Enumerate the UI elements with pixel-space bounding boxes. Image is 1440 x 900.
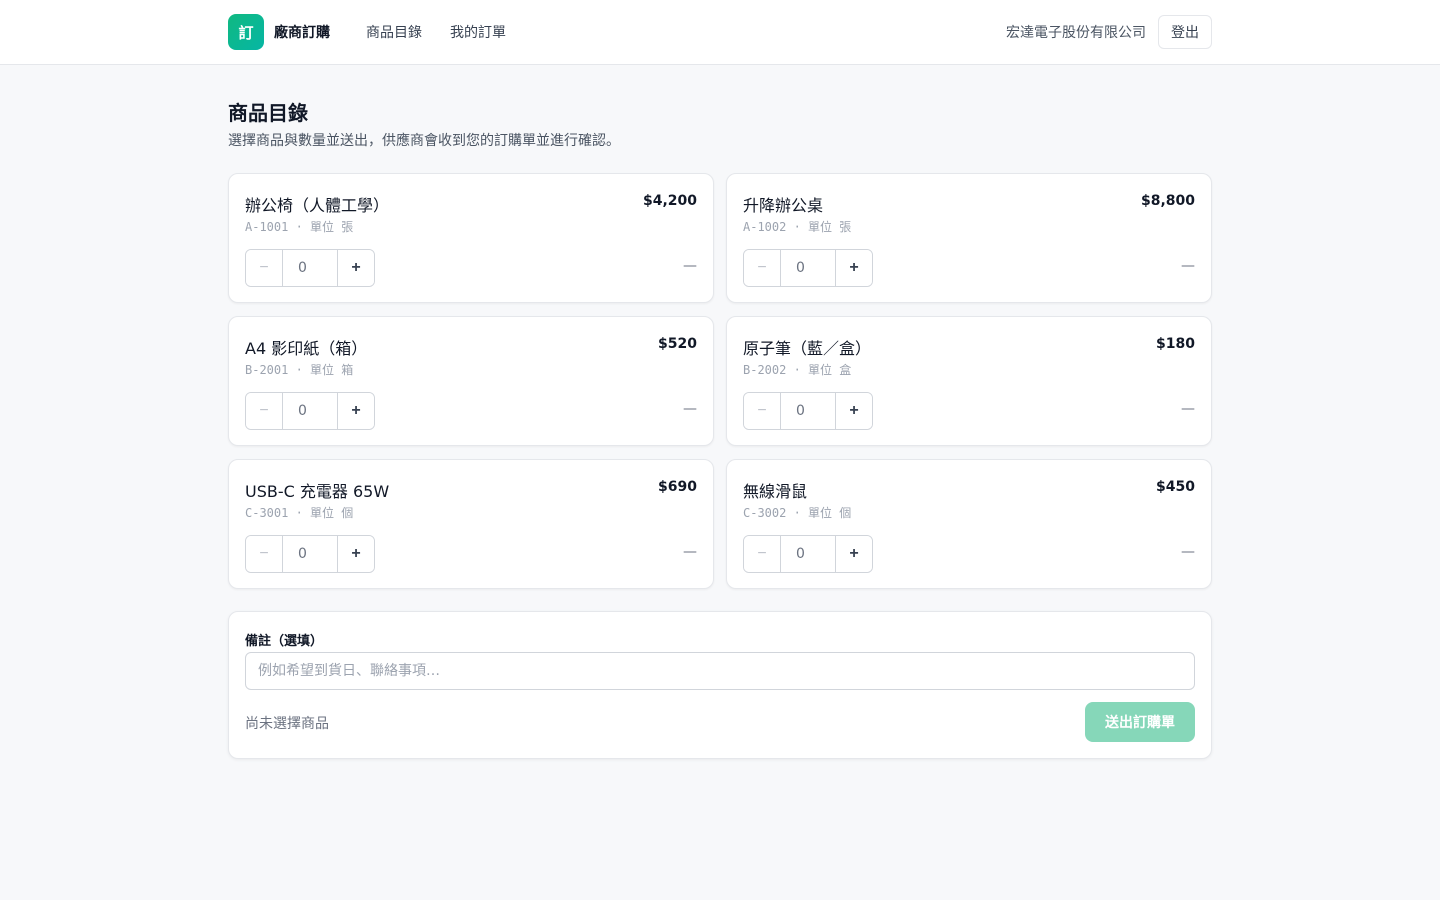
product-price: $690 (658, 479, 697, 495)
decrement-button[interactable]: − (246, 536, 283, 572)
decrement-button[interactable]: − (744, 393, 781, 429)
product-card: USB-C 充電器 65W $690 C-3001 · 單位 個 − + — (228, 459, 714, 589)
minus-icon: − (757, 402, 767, 419)
product-price: $180 (1156, 336, 1195, 352)
increment-button[interactable]: + (337, 250, 374, 286)
nav-catalog[interactable]: 商品目錄 (366, 22, 422, 42)
plus-icon: + (849, 402, 859, 419)
quantity-stepper: − + (245, 392, 375, 430)
submit-order-button[interactable]: 送出訂購單 (1085, 702, 1195, 742)
product-subtotal: — (1181, 258, 1195, 274)
quantity-stepper: − + (245, 535, 375, 573)
order-panel: 備註（選填） 尚未選擇商品 送出訂購單 (228, 611, 1212, 759)
page-title: 商品目錄 (228, 101, 308, 125)
product-subtotal: — (683, 544, 697, 560)
product-meta: B-2001 · 單位 箱 (245, 363, 354, 377)
product-meta: A-1002 · 單位 張 (743, 220, 852, 234)
product-meta: C-3002 · 單位 個 (743, 506, 852, 520)
product-price: $520 (658, 336, 697, 352)
increment-button[interactable]: + (835, 250, 872, 286)
decrement-button[interactable]: − (246, 393, 283, 429)
minus-icon: − (757, 545, 767, 562)
minus-icon: − (757, 259, 767, 276)
plus-icon: + (849, 259, 859, 276)
product-name: A4 影印紙（箱） (245, 339, 368, 358)
main-nav: 商品目錄 我的訂單 (366, 22, 534, 42)
product-meta: A-1001 · 單位 張 (245, 220, 354, 234)
minus-icon: − (259, 259, 269, 276)
product-name: 無線滑鼠 (743, 482, 808, 501)
product-subtotal: — (683, 258, 697, 274)
company-name: 宏達電子股份有限公司 (1006, 25, 1146, 41)
quantity-input[interactable] (283, 393, 337, 429)
notes-label: 備註（選填） (245, 634, 324, 649)
decrement-button[interactable]: − (246, 250, 283, 286)
nav-my-orders[interactable]: 我的訂單 (450, 22, 506, 42)
product-subtotal: — (1181, 401, 1195, 417)
product-name: USB-C 充電器 65W (245, 482, 390, 501)
page-description: 選擇商品與數量並送出，供應商會收到您的訂購單並進行確認。 (228, 133, 620, 149)
plus-icon: + (351, 545, 361, 562)
quantity-stepper: − + (743, 392, 873, 430)
top-bar: 訂 廠商訂購 商品目錄 我的訂單 宏達電子股份有限公司 登出 (0, 0, 1440, 65)
product-card: A4 影印紙（箱） $520 B-2001 · 單位 箱 − + — (228, 316, 714, 446)
product-card: 原子筆（藍／盒） $180 B-2002 · 單位 盒 − + — (726, 316, 1212, 446)
quantity-input[interactable] (781, 393, 835, 429)
quantity-input[interactable] (781, 536, 835, 572)
minus-icon: − (259, 402, 269, 419)
plus-icon: + (351, 402, 361, 419)
product-card: 升降辦公桌 $8,800 A-1002 · 單位 張 − + — (726, 173, 1212, 303)
product-grid: 辦公椅（人體工學） $4,200 A-1001 · 單位 張 − + — 升降辦… (228, 173, 1212, 589)
increment-button[interactable]: + (835, 393, 872, 429)
notes-input[interactable] (245, 652, 1195, 690)
quantity-input[interactable] (283, 536, 337, 572)
selection-status: 尚未選擇商品 (245, 716, 329, 732)
minus-icon: − (259, 545, 269, 562)
increment-button[interactable]: + (337, 536, 374, 572)
quantity-stepper: − + (743, 535, 873, 573)
logo-icon: 訂 (228, 14, 264, 50)
quantity-input[interactable] (781, 250, 835, 286)
plus-icon: + (351, 259, 361, 276)
plus-icon: + (849, 545, 859, 562)
brand-name[interactable]: 廠商訂購 (274, 22, 330, 42)
increment-button[interactable]: + (835, 536, 872, 572)
decrement-button[interactable]: − (744, 536, 781, 572)
top-bar-inner: 訂 廠商訂購 商品目錄 我的訂單 宏達電子股份有限公司 登出 (228, 0, 1212, 64)
quantity-stepper: − + (245, 249, 375, 287)
product-subtotal: — (683, 401, 697, 417)
product-name: 辦公椅（人體工學） (245, 196, 390, 215)
product-meta: B-2002 · 單位 盒 (743, 363, 852, 377)
product-card: 無線滑鼠 $450 C-3002 · 單位 個 − + — (726, 459, 1212, 589)
product-meta: C-3001 · 單位 個 (245, 506, 354, 520)
product-price: $450 (1156, 479, 1195, 495)
product-subtotal: — (1181, 544, 1195, 560)
product-price: $4,200 (642, 193, 697, 209)
quantity-stepper: − + (743, 249, 873, 287)
logout-button[interactable]: 登出 (1158, 15, 1212, 49)
increment-button[interactable]: + (337, 393, 374, 429)
product-price: $8,800 (1140, 193, 1195, 209)
product-card: 辦公椅（人體工學） $4,200 A-1001 · 單位 張 − + — (228, 173, 714, 303)
decrement-button[interactable]: − (744, 250, 781, 286)
product-name: 升降辦公桌 (743, 196, 824, 215)
quantity-input[interactable] (283, 250, 337, 286)
product-name: 原子筆（藍／盒） (743, 339, 872, 358)
